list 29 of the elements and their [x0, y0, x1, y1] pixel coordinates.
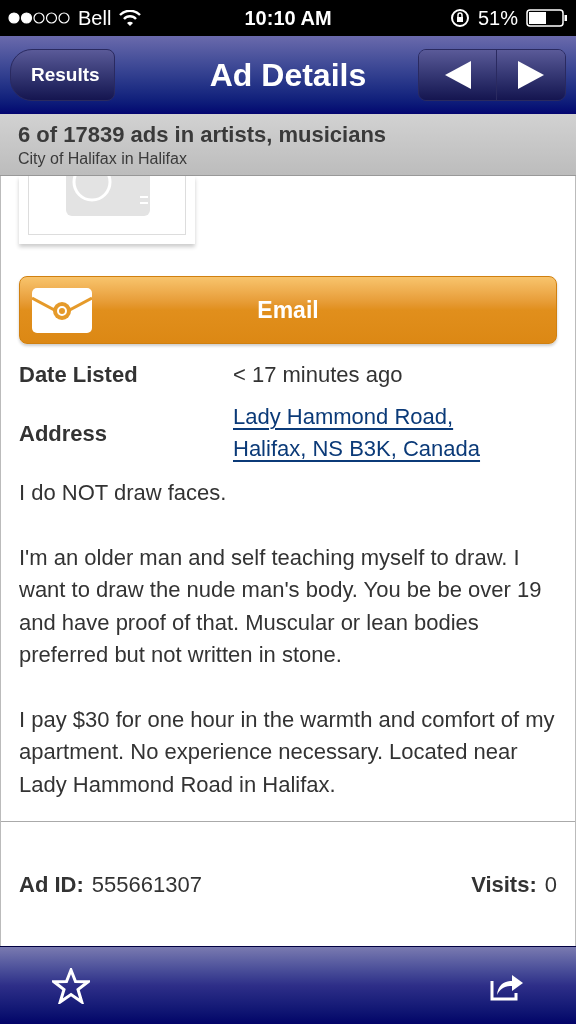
left-triangle-icon [444, 61, 471, 89]
visits-label: Visits: [471, 870, 537, 899]
detail-value: < 17 minutes ago [233, 361, 403, 389]
detail-label: Date Listed [19, 361, 139, 389]
previous-button[interactable] [419, 50, 497, 100]
email-icon [32, 287, 92, 333]
page-title: Ad Details [209, 56, 367, 95]
rotation-lock-icon [450, 8, 470, 28]
carrier-name: Bell [78, 6, 112, 31]
wifi-icon [119, 10, 142, 26]
favorite-star-icon[interactable] [52, 967, 90, 1004]
signal-icon [8, 12, 70, 24]
description-paragraph: I'm an older man and self teaching myself to draw. I want to draw the nude man's body. You be be over 19 and have proof of that. Muscular or lean bodies preferred but not written in stone. [19, 543, 543, 669]
ad-id-label: Ad ID: [19, 870, 84, 899]
battery-icon [526, 9, 568, 27]
detail-label: Address [19, 419, 109, 448]
address-link[interactable]: Halifax, NS B3K, Canada [233, 433, 481, 465]
clock: 10:10 AM [244, 6, 332, 31]
address-link[interactable]: Lady Hammond Road, [233, 401, 481, 433]
description-paragraph: I do NOT draw faces. [19, 479, 228, 507]
right-triangle-icon [518, 61, 544, 89]
description-paragraph: I pay $30 for one hour in the warmth and comfort of my apartment. No experience necessary. Located near Lady Hammond Road in Halifax. [19, 705, 556, 799]
next-button[interactable] [497, 50, 565, 100]
visits-value: 0 [544, 870, 557, 899]
ad-id-value: 555661307 [91, 870, 202, 899]
battery-percent: 51% [478, 6, 518, 31]
back-button[interactable]: Results [10, 49, 115, 101]
category-title: 6 of 17839 ads in artists, musicians [18, 120, 388, 149]
location-text: City of Halifax in Halifax [18, 148, 188, 169]
